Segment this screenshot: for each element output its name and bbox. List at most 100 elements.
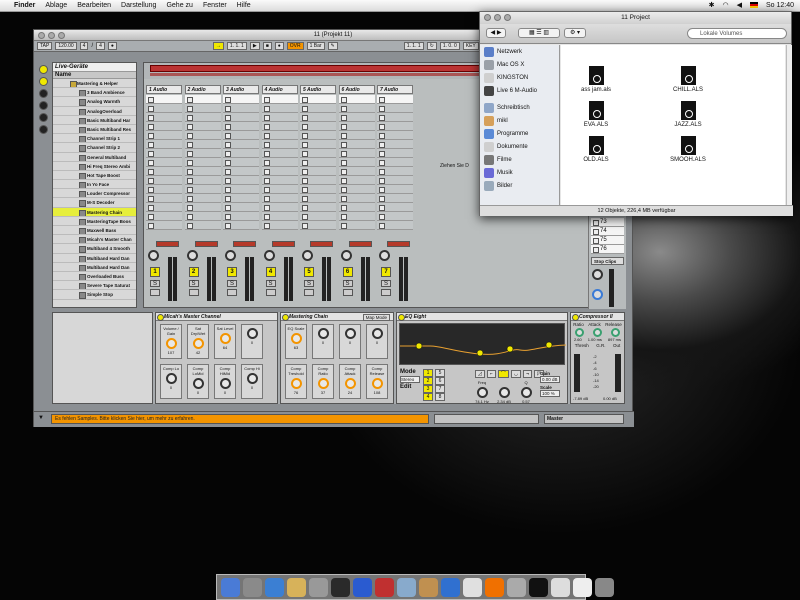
menu-clock[interactable]: So 12:40 [766,2,794,9]
record-button[interactable]: ● [274,42,284,50]
menu-app-name[interactable]: Finder [14,2,35,9]
file-icon[interactable]: CHILL.ALS [658,66,718,93]
clip-slot[interactable] [377,140,413,149]
dock-app-icon[interactable] [573,577,592,597]
clip-slot[interactable] [300,212,336,221]
clip-slot[interactable] [377,194,413,203]
close-button[interactable] [38,32,45,39]
macro-knob[interactable] [344,328,356,339]
volume-fader[interactable] [245,257,249,301]
clip-slot[interactable] [300,131,336,140]
clip-slot[interactable] [261,167,298,176]
clip-slot[interactable] [184,203,221,212]
track-activator-button[interactable]: 5 [304,267,314,277]
dock-app-icon[interactable] [441,577,460,597]
browser-file-2-button[interactable] [38,101,48,110]
clip-slot[interactable] [223,95,259,104]
pan-knob[interactable] [148,250,159,261]
clip-slot[interactable] [223,203,259,212]
clip-stop-button[interactable] [348,241,372,247]
track-header[interactable]: 2 Audio [184,85,221,94]
macro-knob[interactable] [165,338,177,349]
song-position-field[interactable]: 1. 1. 1 [226,42,247,50]
arm-button[interactable] [150,289,160,296]
sidebar-item[interactable]: Schreibtisch [480,101,559,114]
clip-slot[interactable] [261,194,298,203]
dock-app-icon[interactable] [265,577,284,597]
arm-button[interactable] [227,289,237,296]
track-header[interactable]: 4 Audio [261,85,298,94]
dock-app-icon[interactable] [419,577,438,597]
signature-numerator[interactable]: 4 [79,42,89,50]
eq-band-button[interactable]: 3 [423,385,433,393]
clip-slot[interactable] [338,176,375,185]
stop-all-clips-button[interactable]: Stop Clips [591,257,624,265]
browser-item[interactable]: Hi Freq Stereo Ambi [53,162,136,171]
clip-slot[interactable] [300,149,336,158]
clip-slot[interactable] [300,221,336,230]
browser-item[interactable]: Analog Warmth [53,97,136,107]
clip-slot[interactable] [184,212,221,221]
scene-74[interactable]: 74 [591,227,624,236]
eq-band-button[interactable]: 4 [423,393,433,401]
arm-button[interactable] [188,289,199,296]
clip-stop-button[interactable] [310,241,333,247]
toggle-browser-icon[interactable]: ▼ [38,415,44,421]
clip-slot[interactable] [223,131,259,140]
eq-band-button[interactable]: 2 [423,377,433,385]
rack-title[interactable]: Micah's Master Channel [156,313,277,321]
master-volume-knob[interactable] [592,269,603,280]
eq-lowcut-button[interactable]: ◿ [475,370,485,378]
clip-slot[interactable] [146,203,182,212]
dock-app-icon[interactable] [551,577,570,597]
clip-slot[interactable] [223,140,259,149]
volume-fader[interactable] [206,257,211,301]
sidebar-item[interactable]: KINGSTON [480,71,559,84]
sidebar-item[interactable]: Programme [480,127,559,140]
browser-search-button[interactable] [38,125,48,134]
browser-item[interactable]: Hot Tape Boost [53,171,136,181]
solo-button[interactable]: S [265,280,276,287]
clip-slot[interactable] [184,221,221,230]
clip-slot[interactable] [146,95,182,104]
signature-denominator[interactable]: 4 [96,42,105,50]
clip-slot[interactable] [300,95,336,104]
clip-slot[interactable] [184,104,221,113]
file-icon[interactable]: SMOOH.ALS [658,136,718,163]
dock-app-icon[interactable] [485,577,504,597]
volume-fader[interactable] [360,257,365,301]
clip-slot[interactable] [338,95,375,104]
eq-highshelf-button[interactable]: ¬ [523,370,533,378]
eq-lowshelf-button[interactable]: ⌐ [486,370,496,378]
finder-minimize-button[interactable] [494,14,501,21]
comp-thresh-meter[interactable] [574,354,580,392]
device-title[interactable]: Compressor II [571,313,624,321]
clip-slot[interactable] [146,176,182,185]
browser-item[interactable]: Basic Multiband Res [53,125,136,135]
clip-slot[interactable] [184,185,221,194]
clip-slot[interactable] [146,221,182,230]
sidebar-item[interactable]: Musik [480,166,559,179]
clip-slot[interactable] [300,158,336,167]
clip-slot[interactable] [377,212,413,221]
overdub-button[interactable]: OVR [286,42,304,50]
clip-slot[interactable] [300,113,336,122]
macro-knob[interactable] [246,373,258,384]
clip-slot[interactable] [261,158,298,167]
sidebar-item[interactable]: Bilder [480,179,559,192]
track-activator-button[interactable]: 4 [265,267,276,277]
clip-slot[interactable] [146,122,182,131]
clip-slot[interactable] [377,203,413,212]
arm-button[interactable] [304,289,314,296]
browser-item[interactable]: 3 Band Ambience [53,88,136,98]
track-activator-button[interactable]: 7 [381,267,391,277]
clip-stop-button[interactable] [156,241,179,247]
clip-slot[interactable] [338,113,375,122]
browser-plugins-button[interactable] [38,77,48,86]
solo-button[interactable]: S [342,280,353,287]
finder-scrollbar[interactable] [786,45,792,205]
clip-slot[interactable] [300,140,336,149]
browser-item[interactable]: Severe Tape Saturat [53,281,136,291]
clip-slot[interactable] [300,104,336,113]
browser-item[interactable]: General Multiband [53,153,136,162]
